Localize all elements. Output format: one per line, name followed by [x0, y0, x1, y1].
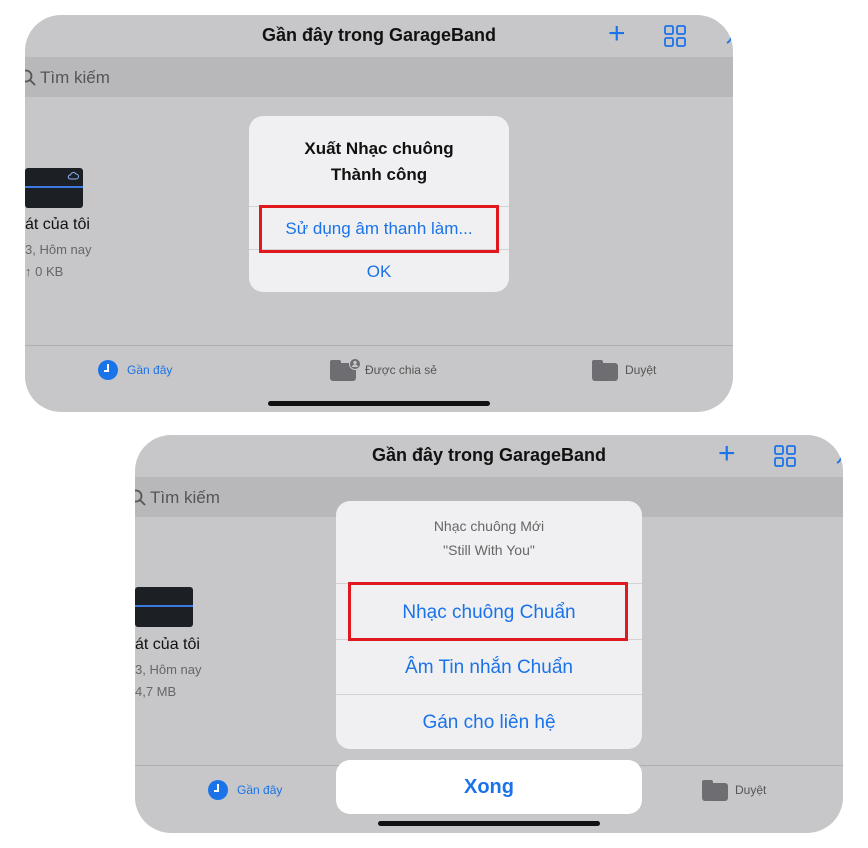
options-icon[interactable]: [723, 23, 733, 49]
folder-icon[interactable]: [702, 780, 728, 801]
nav-bar: Gần đây trong GarageBand +: [135, 435, 843, 477]
divider: [336, 694, 642, 695]
search-input[interactable]: Tìm kiếm: [40, 68, 110, 88]
home-indicator[interactable]: [378, 821, 600, 826]
file-thumbnail[interactable]: [135, 587, 193, 627]
page-title: Gần đây trong GarageBand: [261, 25, 497, 45]
done-button[interactable]: Xong: [336, 760, 642, 814]
file-name[interactable]: át của tôi: [25, 216, 90, 234]
sheet-subheading: "Still With You": [443, 542, 535, 558]
clock-icon[interactable]: [98, 360, 118, 380]
screen-new-ringtone: Gần đây trong GarageBand + Tìm kiếm át c…: [135, 435, 843, 833]
tab-browse[interactable]: Duyệt: [625, 363, 656, 377]
clock-icon[interactable]: [208, 780, 228, 800]
tab-recent[interactable]: Gần đây: [237, 783, 282, 797]
search-icon: [25, 69, 36, 86]
alert-title-line1: Xuất Nhạc chuông: [304, 139, 454, 158]
waveform: [135, 605, 193, 607]
alert-title-line2: Thành công: [330, 165, 428, 184]
file-thumbnail[interactable]: [25, 168, 83, 208]
ok-button[interactable]: OK: [249, 262, 509, 282]
file-size: 4,7 MB: [135, 684, 177, 699]
cloud-icon: [67, 172, 79, 180]
folder-icon[interactable]: [592, 360, 618, 381]
search-icon: [135, 489, 146, 506]
screen-export-success: Gần đây trong GarageBand + Tìm kiếm át c…: [25, 15, 733, 412]
file-date: 3, Hôm nay: [135, 662, 202, 677]
shared-folder-icon[interactable]: [330, 358, 361, 381]
tab-recent[interactable]: Gần đây: [127, 363, 172, 377]
page-title: Gần đây trong GarageBand: [371, 445, 607, 465]
file-size: ↑ 0 KB: [25, 264, 64, 279]
standard-text-tone-button[interactable]: Âm Tin nhắn Chuẩn: [336, 657, 642, 679]
assign-to-contact-button[interactable]: Gán cho liên hệ: [336, 712, 642, 734]
alert-title: Xuất Nhạc chuông Thành công: [249, 136, 509, 188]
export-success-alert: Xuất Nhạc chuông Thành công Sử dụng âm t…: [249, 116, 509, 292]
file-date: 3, Hôm nay: [25, 242, 92, 257]
ringtone-action-sheet: Nhạc chuông Mới "Still With You" Nhạc ch…: [336, 501, 642, 749]
home-indicator[interactable]: [268, 401, 490, 406]
nav-bar: Gần đây trong GarageBand +: [25, 15, 733, 57]
tab-browse[interactable]: Duyệt: [735, 783, 766, 797]
grid-view-icon[interactable]: [664, 25, 686, 47]
file-name[interactable]: át của tôi: [135, 636, 200, 654]
grid-view-icon[interactable]: [774, 445, 796, 467]
search-input[interactable]: Tìm kiếm: [150, 488, 220, 508]
highlight-box: [348, 582, 628, 641]
person-badge-icon: [349, 358, 361, 370]
options-icon[interactable]: [833, 443, 843, 469]
tab-shared[interactable]: Được chia sẻ: [365, 363, 437, 377]
highlight-box: [259, 205, 499, 253]
add-icon[interactable]: +: [718, 439, 736, 469]
sheet-heading: Nhạc chuông Mới: [433, 518, 545, 534]
search-bar[interactable]: Tìm kiếm: [25, 57, 733, 97]
add-icon[interactable]: +: [608, 19, 626, 49]
waveform: [25, 186, 83, 188]
tab-bar: Gần đây Được chia sẻ Duyệt: [25, 345, 733, 406]
